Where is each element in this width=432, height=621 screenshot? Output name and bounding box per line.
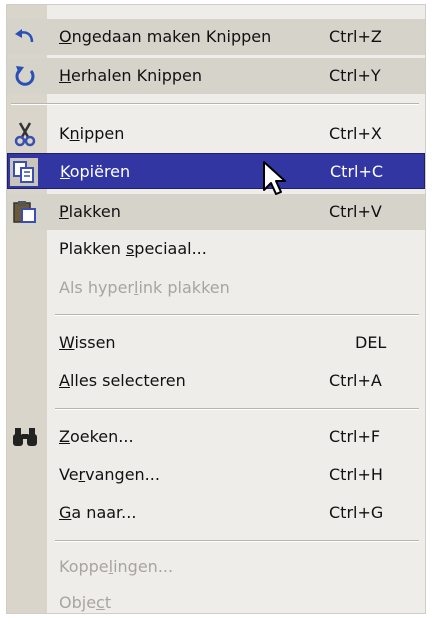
- separator: [55, 540, 419, 542]
- menu-item-select-all[interactable]: Alles selecteren Ctrl+A: [7, 363, 425, 399]
- separator: [11, 103, 419, 105]
- menu-item-paste-special[interactable]: Plakken speciaal...: [7, 231, 425, 267]
- shortcut-goto: Ctrl+G: [329, 503, 384, 522]
- menu-item-redo[interactable]: Herhalen Knippen Ctrl+Y: [7, 58, 425, 94]
- menu-item-replace[interactable]: Vervangen... Ctrl+H: [7, 457, 425, 493]
- undo-icon: [11, 23, 39, 51]
- shortcut-select-all: Ctrl+A: [329, 371, 382, 390]
- shortcut-find: Ctrl+F: [329, 427, 381, 446]
- menu-item-cut[interactable]: Knippen Ctrl+X: [7, 116, 425, 152]
- paste-icon: [11, 198, 39, 226]
- binoculars-icon: [11, 423, 39, 451]
- menu-item-copy[interactable]: Kopiëren Ctrl+C: [7, 153, 425, 189]
- menu-item-object: Object: [59, 593, 112, 612]
- menu-item-delete[interactable]: Wissen DEL: [7, 325, 425, 361]
- separator: [55, 408, 419, 410]
- redo-icon: [11, 62, 39, 90]
- menu-item-find[interactable]: Zoeken... Ctrl+F: [7, 419, 425, 455]
- copy-icon: [10, 158, 38, 186]
- menu-item-undo[interactable]: Ongedaan maken Knippen Ctrl+Z: [7, 19, 425, 55]
- menu-item-paste[interactable]: Plakken Ctrl+V: [7, 194, 425, 230]
- shortcut-copy: Ctrl+C: [330, 162, 384, 181]
- menu-item-paste-as-hyperlink: Als hyperlink plakken: [59, 278, 230, 297]
- mouse-pointer-icon: [262, 160, 288, 202]
- menu-item-links: Koppelingen...: [59, 557, 174, 576]
- shortcut-redo: Ctrl+Y: [329, 66, 381, 85]
- separator: [55, 314, 419, 316]
- shortcut-replace: Ctrl+H: [329, 465, 383, 484]
- shortcut-paste: Ctrl+V: [329, 202, 382, 221]
- shortcut-cut: Ctrl+X: [329, 124, 382, 143]
- scissors-icon: [11, 120, 39, 148]
- shortcut-delete: DEL: [355, 333, 387, 352]
- edit-menu: Ongedaan maken Knippen Ctrl+Z Herhalen K…: [6, 4, 426, 614]
- menu-item-goto[interactable]: Ga naar... Ctrl+G: [7, 495, 425, 531]
- shortcut-undo: Ctrl+Z: [329, 27, 382, 46]
